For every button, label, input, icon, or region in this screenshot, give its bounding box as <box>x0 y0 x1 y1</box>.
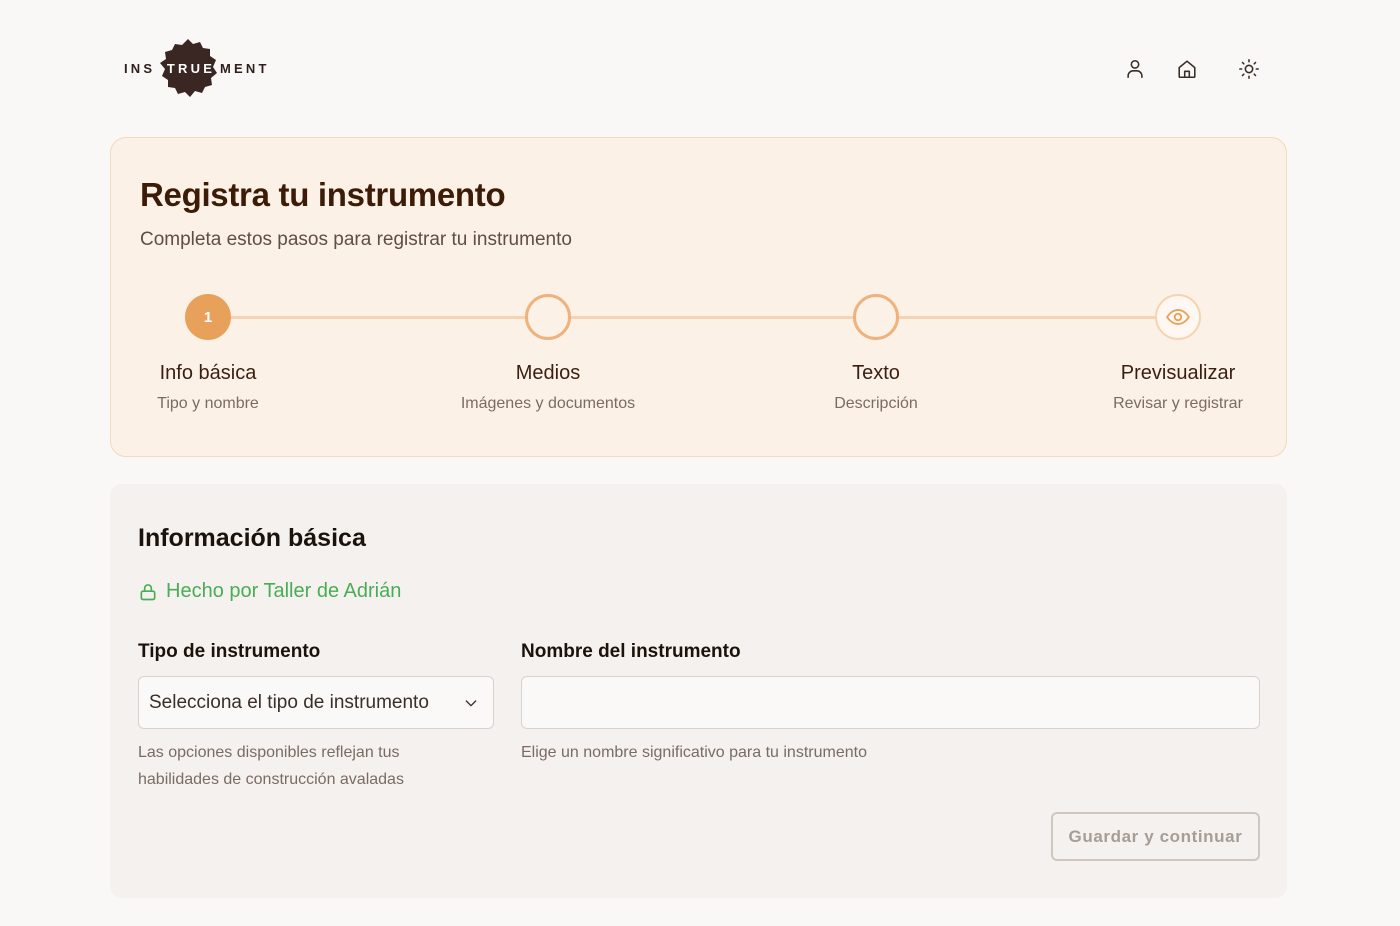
step-1-description: Tipo y nombre <box>157 395 259 412</box>
step-connector <box>569 316 855 319</box>
form-title: Información básica <box>138 524 366 552</box>
step-1-label: Info básica <box>159 362 257 384</box>
step-3-indicator[interactable] <box>853 294 899 340</box>
home-icon <box>1178 60 1196 79</box>
step-connector <box>897 316 1157 319</box>
user-icon <box>1127 59 1143 79</box>
step-connector <box>231 316 527 319</box>
instrument-type-select[interactable]: Selecciona el tipo de instrumento <box>138 676 494 729</box>
maker-attribution: Hecho por Taller de Adrián <box>138 580 401 603</box>
step-4-indicator[interactable] <box>1155 294 1201 340</box>
home-button[interactable] <box>1174 56 1200 82</box>
instrument-type-hint-line: Las opciones disponibles reflejan tus <box>138 744 400 761</box>
theme-toggle-button[interactable] <box>1236 56 1262 82</box>
instrument-name-input[interactable] <box>521 676 1260 729</box>
eye-icon <box>1166 309 1190 325</box>
instrument-name-hint: Elige un nombre significativo para tu in… <box>521 744 867 761</box>
sun-icon <box>1239 59 1259 79</box>
step-4-description: Revisar y registrar <box>1113 395 1243 412</box>
instrument-type-hint: Las opciones disponibles reflejan tus ha… <box>138 739 404 793</box>
instrument-name-label: Nombre del instrumento <box>521 641 741 662</box>
step-2-indicator[interactable] <box>525 294 571 340</box>
logo-text-left: INS <box>124 60 156 76</box>
user-button[interactable] <box>1122 56 1148 82</box>
step-3-description: Descripción <box>834 395 918 412</box>
logo-wordmark: INS TRUE MENT <box>124 61 274 76</box>
step-number: 1 <box>203 308 213 326</box>
lock-icon <box>140 583 156 600</box>
instrument-type-hint-line: habilidades de construcción avaladas <box>138 771 404 788</box>
app-header: INS TRUE MENT <box>0 0 1400 136</box>
page-subtitle: Completa estos pasos para registrar tu i… <box>140 229 572 250</box>
step-4-label: Previsualizar <box>1120 362 1236 384</box>
step-2-label: Medios <box>515 362 581 384</box>
instruement-logo[interactable]: INS TRUE MENT <box>124 38 274 98</box>
instrument-type-placeholder: Selecciona el tipo de instrumento <box>149 691 429 713</box>
page-title: Registra tu instrumento <box>140 176 506 213</box>
step-3-label: Texto <box>852 362 900 384</box>
instrument-type-label: Tipo de instrumento <box>138 641 321 662</box>
step-1-indicator[interactable]: 1 <box>185 294 231 340</box>
save-and-continue-button[interactable]: Guardar y continuar <box>1051 812 1260 861</box>
step-2-description: Imágenes y documentos <box>460 395 636 412</box>
logo-text-middle: TRUE <box>166 60 216 76</box>
registration-stepper-card: Registra tu instrumento Completa estos p… <box>110 137 1287 457</box>
chevron-down-icon <box>465 699 477 706</box>
maker-text: Hecho por Taller de Adrián <box>166 580 402 602</box>
logo-text-right: MENT <box>220 60 270 76</box>
basic-info-form: Información básica Hecho por Taller de A… <box>110 484 1287 898</box>
header-actions <box>1122 56 1262 82</box>
